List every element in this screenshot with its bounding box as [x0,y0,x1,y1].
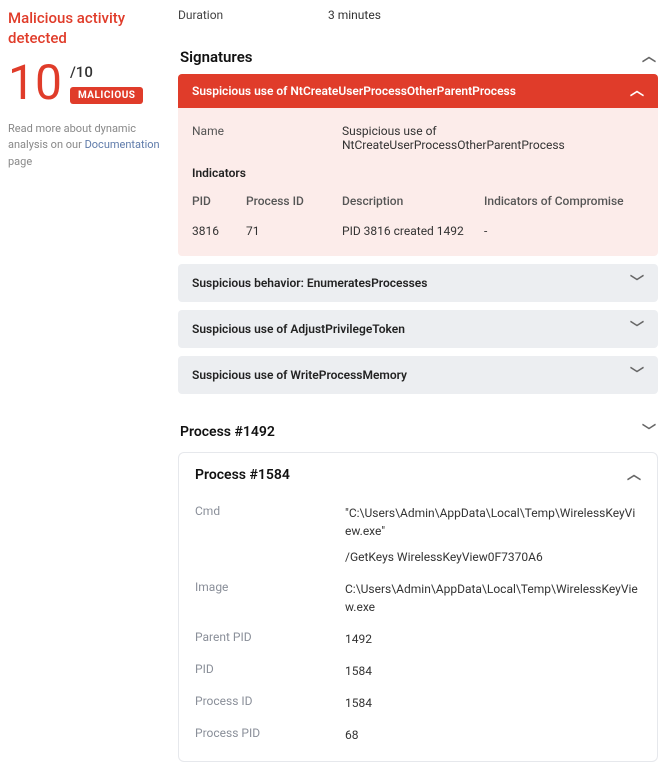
process-pid-value: 68 [345,726,641,744]
process-1584-card: Process #1584 ︿ Cmd "C:\Users\Admin\AppD… [178,452,658,762]
verdict-title: Malicious activity detected [8,8,160,49]
signature-collapsed-label: Suspicious behavior: EnumeratesProcesses [192,276,427,290]
parent-pid-label: Parent PID [195,630,345,644]
pid-value: 1584 [345,662,641,680]
chevron-down-icon: ﹀ [642,425,656,439]
col-description: Description [342,194,484,208]
signatures-heading[interactable]: Signatures ︿ [178,40,658,74]
signature-open-title: Suspicious use of NtCreateUserProcessOth… [192,84,516,98]
score-value: 10 [8,59,62,107]
cell-process-id: 71 [246,224,342,238]
signature-open-header[interactable]: Suspicious use of NtCreateUserProcessOth… [178,74,658,108]
parent-pid-value: 1492 [345,630,641,648]
chevron-down-icon: ﹀ [630,322,644,336]
process-id-value: 1584 [345,694,641,712]
chevron-down-icon: ﹀ [630,276,644,290]
image-value: C:\Users\Admin\AppData\Local\Temp\Wirele… [345,580,641,616]
process-1492-heading[interactable]: Process #1492 ﹀ [178,416,658,452]
chevron-up-icon: ︿ [627,468,641,482]
signature-collapsed[interactable]: Suspicious behavior: EnumeratesProcesses… [178,264,658,302]
chevron-up-icon: ︿ [630,84,644,98]
signature-collapsed[interactable]: Suspicious use of WriteProcessMemory ﹀ [178,356,658,394]
read-more-text: Read more about dynamic analysis on our … [8,121,160,171]
indicators-table: PID Process ID Description Indicators of… [192,186,644,246]
cmd-line2: /GetKeys WirelessKeyView0F7370A6 [345,548,641,566]
malicious-badge: MALICIOUS [70,87,144,104]
read-more-post: page [8,155,32,168]
documentation-link[interactable]: Documentation [85,138,160,151]
pid-label: PID [195,662,345,676]
name-value: Suspicious use of NtCreateUserProcessOth… [342,124,644,152]
signature-collapsed[interactable]: Suspicious use of AdjustPrivilegeToken ﹀ [178,310,658,348]
image-label: Image [195,580,345,594]
indicators-label: Indicators [192,158,644,186]
sidebar: Malicious activity detected 10 /10 MALIC… [8,8,170,762]
score-out-of: /10 [70,63,144,81]
meta-duration: Duration 3 minutes [178,8,658,22]
process-id-label: Process ID [195,694,345,708]
chevron-down-icon: ﹀ [630,368,644,382]
main-content: Duration 3 minutes Signatures ︿ Suspicio… [170,8,658,762]
col-pid: PID [192,194,246,208]
process-1492-title: Process #1492 [180,424,275,440]
table-row: 3816 71 PID 3816 created 1492 - [192,216,644,246]
signature-collapsed-label: Suspicious use of WriteProcessMemory [192,368,407,382]
cell-ioc: - [484,224,644,238]
name-label: Name [192,124,342,152]
col-ioc: Indicators of Compromise [484,194,644,208]
signature-open-panel: Suspicious use of NtCreateUserProcessOth… [178,74,658,256]
process-1584-title: Process #1584 [195,467,290,483]
cell-description: PID 3816 created 1492 [342,224,484,238]
cmd-value: "C:\Users\Admin\AppData\Local\Temp\Wirel… [345,504,641,566]
cell-pid: 3816 [192,224,246,238]
cmd-line1: "C:\Users\Admin\AppData\Local\Temp\Wirel… [345,506,635,538]
signature-collapsed-label: Suspicious use of AdjustPrivilegeToken [192,322,405,336]
duration-label: Duration [178,8,328,22]
cmd-label: Cmd [195,504,345,518]
chevron-up-icon: ︿ [642,50,656,64]
col-process-id: Process ID [246,194,342,208]
process-pid-label: Process PID [195,726,345,740]
signatures-heading-label: Signatures [180,48,252,66]
score-block: 10 /10 MALICIOUS [8,59,160,107]
duration-value: 3 minutes [328,8,381,22]
process-1584-heading[interactable]: Process #1584 ︿ [195,467,641,497]
